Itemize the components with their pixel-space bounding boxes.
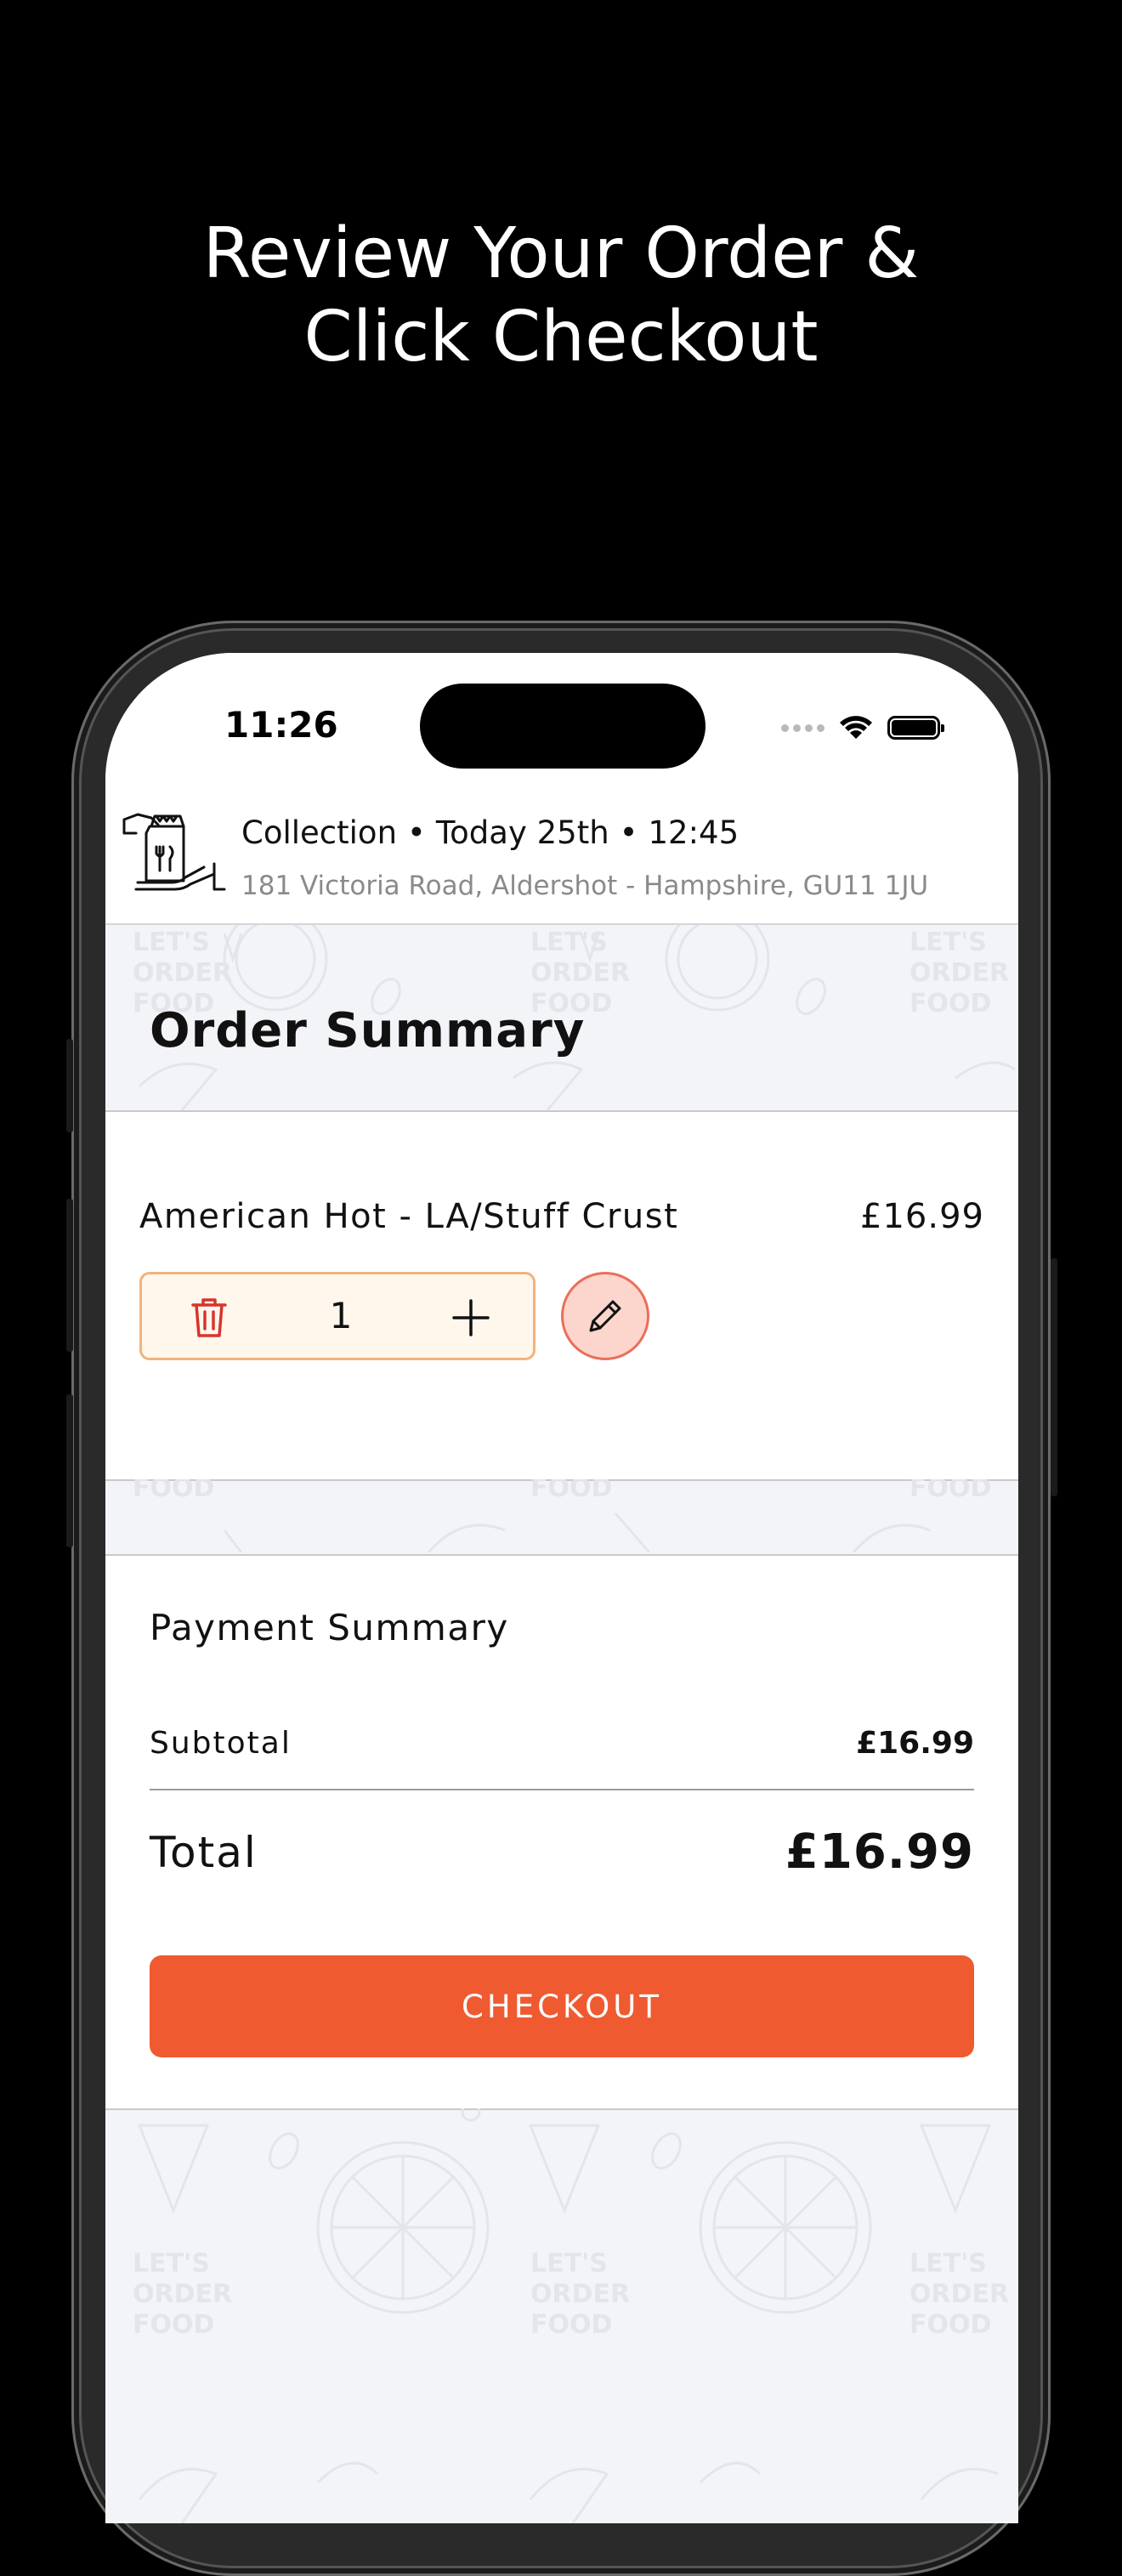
collection-details: Collection • Today 25th • 12:45 (241, 814, 739, 851)
food-pattern-background: LET'S ORDER FOOD LET'S ORDER FOOD LET'S … (105, 2108, 1018, 2523)
collection-separator: • (407, 814, 426, 851)
dynamic-island (420, 684, 706, 769)
trash-icon[interactable] (190, 1297, 229, 1339)
pattern-text: LET'S (910, 928, 987, 957)
pattern-text: FOOD (133, 2310, 214, 2340)
app-screen: 11:26 Collection • Today 25th • 12:45 18… (105, 653, 1018, 2523)
collection-day: Today 25th (435, 814, 609, 851)
order-summary-title: Order Summary (150, 1003, 586, 1058)
promo-headline-line2: Click Checkout (303, 297, 819, 377)
pattern-text: ORDER (530, 2279, 630, 2309)
total-value: £16.99 (785, 1824, 974, 1880)
pattern-text: ORDER (530, 958, 630, 988)
promo-headline: Review Your Order & Click Checkout (0, 213, 1122, 379)
phone-power-button (1051, 1258, 1057, 1496)
status-bar: 11:26 (105, 653, 1018, 797)
subtotal-value: £16.99 (856, 1726, 974, 1761)
collection-address: 181 Victoria Road, Aldershot - Hampshire… (241, 871, 929, 901)
collection-mode: Collection (241, 814, 398, 851)
pattern-text: LET'S (133, 928, 210, 957)
checkout-button[interactable]: CHECKOUT (150, 1955, 974, 2057)
collection-time-slot: 12:45 (648, 814, 740, 851)
pencil-icon (589, 1300, 621, 1332)
quantity-value: 1 (329, 1295, 353, 1336)
promo-headline-line1: Review Your Order & (202, 213, 920, 294)
plus-icon[interactable] (450, 1297, 492, 1339)
total-label: Total (150, 1828, 258, 1877)
pattern-text: LET'S (530, 2249, 608, 2278)
pattern-text: LET'S (133, 2249, 210, 2278)
status-icons (781, 711, 944, 745)
item-price: £16.99 (860, 1197, 984, 1236)
pattern-text: ORDER (133, 958, 232, 988)
phone-volume-up (66, 1199, 73, 1352)
collection-bag-icon (122, 813, 226, 891)
subtotal-label: Subtotal (150, 1726, 292, 1761)
edit-item-button[interactable] (561, 1272, 649, 1360)
collection-header[interactable]: Collection • Today 25th • 12:45 181 Victoria… (105, 797, 1018, 925)
pattern-text: ORDER (133, 2279, 232, 2309)
payment-summary-card: Payment Summary Subtotal £16.99 Total £1… (105, 1554, 1018, 2110)
pattern-text: FOOD (910, 989, 991, 1018)
pattern-text: FOOD (133, 1479, 214, 1503)
pattern-text: ORDER (910, 958, 1009, 988)
phone-volume-down (66, 1394, 73, 1547)
collection-separator: • (619, 814, 638, 851)
wifi-icon (840, 716, 872, 739)
pattern-text: LET'S (530, 928, 608, 957)
battery-icon (887, 716, 944, 740)
payment-divider (150, 1789, 974, 1790)
food-pattern-background: FOOD FOOD FOOD (105, 1479, 1018, 1552)
pattern-text: FOOD (530, 2310, 612, 2340)
pattern-text: ORDER (910, 2279, 1009, 2309)
cellular-signal-icon (781, 723, 824, 732)
quantity-stepper: 1 (139, 1272, 536, 1360)
status-time: 11:26 (224, 704, 338, 746)
item-name: American Hot - LA/Stuff Crust (139, 1197, 679, 1236)
phone-mute-switch (66, 1039, 73, 1132)
pattern-text: FOOD (910, 1479, 991, 1503)
pattern-text: FOOD (910, 2310, 991, 2340)
pattern-text: FOOD (530, 1479, 612, 1503)
payment-summary-title: Payment Summary (150, 1607, 509, 1648)
pattern-text: LET'S (910, 2249, 987, 2278)
order-item-card: American Hot - LA/Stuff Crust £16.99 1 (105, 1110, 1018, 1481)
